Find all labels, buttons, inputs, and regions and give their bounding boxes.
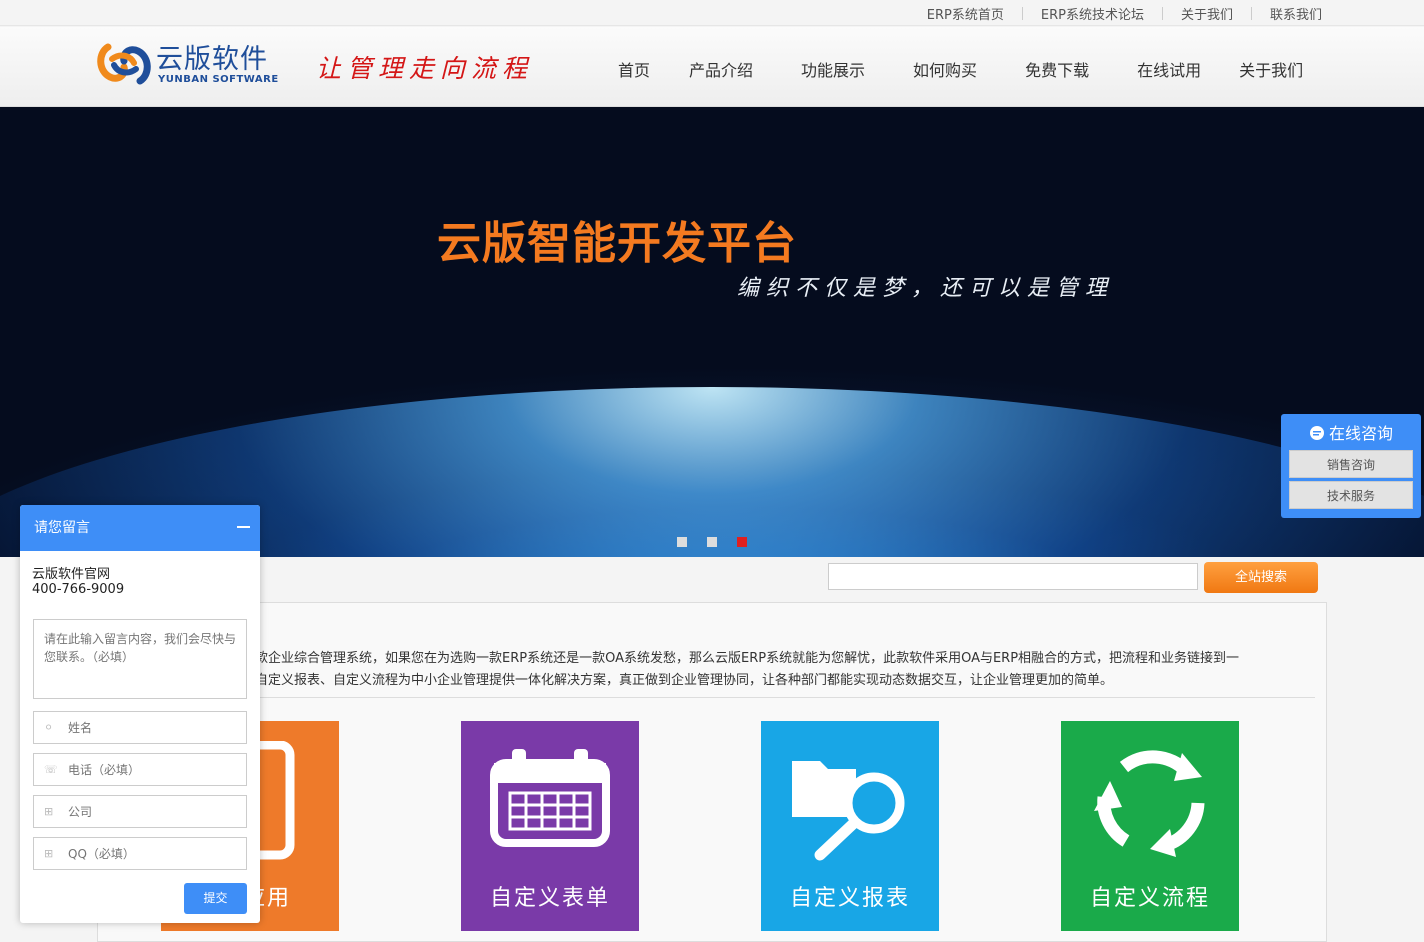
calendar-icon — [490, 749, 610, 847]
top-utility-bar: ERP系统首页 ERP系统技术论坛 关于我们 联系我们 — [0, 0, 1424, 26]
qq-input[interactable] — [68, 844, 238, 864]
nav-item-products[interactable]: 产品介绍 — [689, 57, 753, 81]
company-name: 云版软件官网 — [32, 567, 111, 582]
nav-item-purchase[interactable]: 如何购买 — [913, 57, 977, 81]
name-field[interactable]: ⚪ — [33, 711, 247, 744]
banner-title: 云版智能开发平台 — [437, 218, 797, 269]
logo-subtext: YUNBAN SOFTWARE — [158, 74, 279, 85]
nav-item-features[interactable]: 功能展示 — [801, 57, 865, 81]
qq-icon: ⊞ — [44, 847, 54, 860]
top-link-forum[interactable]: ERP系统技术论坛 — [1041, 4, 1144, 23]
phone-field[interactable]: ☏ — [33, 753, 247, 786]
company-phone: 400-766-9009 — [32, 582, 125, 597]
tile-label: 自定义报表 — [789, 886, 910, 911]
consult-title: 在线咨询 — [1328, 424, 1393, 443]
tile-label: 自定义表单 — [489, 886, 610, 911]
submit-button[interactable]: 提交 — [184, 883, 247, 914]
divider — [1161, 7, 1163, 20]
slide-dot[interactable] — [677, 537, 687, 547]
main-nav: 首页 产品介绍 功能展示 如何购买 免费下载 在线试用 关于我们 — [600, 57, 1303, 81]
slide-indicators — [677, 537, 767, 547]
logo-text: 云版软件 — [156, 44, 268, 75]
top-links: ERP系统首页 ERP系统技术论坛 关于我们 联系我们 — [927, 4, 1322, 23]
phone-input[interactable] — [68, 760, 238, 780]
company-input[interactable] — [68, 802, 238, 822]
online-consult-panel: 在线咨询 销售咨询 技术服务 — [1281, 414, 1421, 518]
slogan: 让管理走向流程 — [316, 54, 534, 83]
top-link-about[interactable]: 关于我们 — [1181, 4, 1233, 23]
sales-consult-button[interactable]: 销售咨询 — [1289, 450, 1413, 478]
tile-custom-report[interactable]: 自定义报表 — [761, 721, 939, 931]
nav-item-about[interactable]: 关于我们 — [1239, 57, 1303, 81]
chat-bubble-icon — [1309, 426, 1324, 440]
qq-field[interactable]: ⊞ — [33, 837, 247, 870]
message-textarea[interactable] — [33, 619, 247, 699]
tech-service-button[interactable]: 技术服务 — [1289, 481, 1413, 509]
phone-icon: ☏ — [44, 763, 58, 776]
tile-custom-workflow[interactable]: 自定义流程 — [1061, 721, 1239, 931]
intro-line: 款企业综合管理系统，如果您在为选购一款ERP系统还是一款OA系统发愁，那么云版E… — [255, 651, 1240, 666]
site-header: 云版软件 YUNBAN SOFTWARE 让管理走向流程 首页 产品介绍 功能展… — [0, 27, 1424, 107]
site-search-input[interactable] — [828, 563, 1198, 590]
tile-custom-form[interactable]: 自定义表单 — [461, 721, 639, 931]
user-icon: ⚪ — [44, 721, 54, 734]
nav-item-download[interactable]: 免费下载 — [1025, 57, 1089, 81]
divider — [1250, 7, 1252, 20]
banner-subtitle: 编织不仅是梦，还可以是管理 — [737, 276, 1115, 301]
message-widget: 请您留言 云版软件官网 400-766-9009 ⚪ ☏ ⊞ ⊞ 提交 — [20, 505, 260, 923]
logo-mark-icon — [97, 43, 151, 85]
recycle-icon — [1094, 750, 1205, 857]
divider — [255, 697, 1315, 698]
nav-item-trial[interactable]: 在线试用 — [1137, 57, 1201, 81]
folder-search-icon — [792, 761, 905, 861]
minimize-icon[interactable] — [237, 526, 250, 528]
message-widget-header: 请您留言 — [20, 505, 260, 551]
tile-label: 自定义流程 — [1089, 886, 1210, 911]
top-link-contact[interactable]: 联系我们 — [1270, 4, 1322, 23]
top-link-erp-home[interactable]: ERP系统首页 — [927, 4, 1004, 23]
site-search-button[interactable]: 全站搜索 — [1204, 562, 1318, 593]
hero-banner[interactable]: 云版智能开发平台 编织不仅是梦，还可以是管理 — [0, 107, 1424, 557]
building-icon: ⊞ — [44, 805, 54, 818]
message-widget-title: 请您留言 — [34, 520, 90, 536]
logo[interactable]: 云版软件 YUNBAN SOFTWARE — [96, 37, 286, 93]
company-field[interactable]: ⊞ — [33, 795, 247, 828]
nav-item-home[interactable]: 首页 — [618, 57, 650, 81]
slide-dot-active[interactable] — [737, 537, 747, 547]
name-input[interactable] — [68, 718, 238, 738]
slide-dot[interactable] — [707, 537, 717, 547]
consult-header: 在线咨询 — [1281, 420, 1421, 444]
intro-text: 款企业综合管理系统，如果您在为选购一款ERP系统还是一款OA系统发愁，那么云版E… — [255, 648, 1315, 692]
intro-line: 自定义报表、自定义流程为中小企业管理提供一体化解决方案，真正做到企业管理协同，让… — [255, 673, 1114, 688]
divider — [1021, 7, 1023, 20]
